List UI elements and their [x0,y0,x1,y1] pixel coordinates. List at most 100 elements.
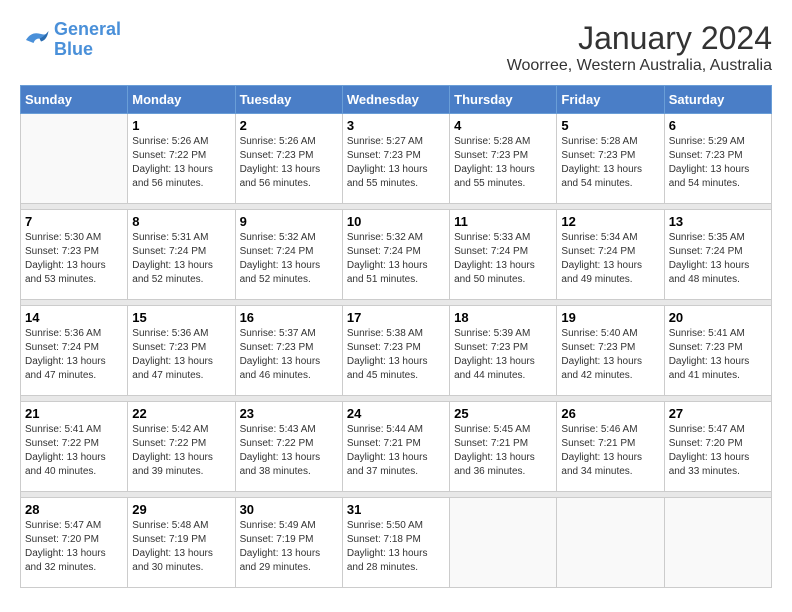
day-info: Sunrise: 5:41 AMSunset: 7:22 PMDaylight:… [25,423,123,479]
day-info: Sunrise: 5:49 AMSunset: 7:19 PMDaylight:… [240,519,338,575]
calendar-cell: 6 Sunrise: 5:29 AMSunset: 7:23 PMDaylight… [664,114,771,204]
day-info: Sunrise: 5:47 AMSunset: 7:20 PMDaylight:… [25,519,123,575]
calendar-cell: 31Sunrise: 5:50 AMSunset: 7:18 PMDayligh… [342,498,449,588]
calendar-cell: 15 Sunrise: 5:36 AMSunset: 7:23 PMDayligh… [128,306,235,396]
day-number: 8 [132,214,230,229]
day-number: 19 [561,310,659,325]
day-number: 21 [25,406,123,421]
day-info: Sunrise: 5:50 AMSunset: 7:18 PMDaylight:… [347,519,445,575]
calendar-cell: 28 Sunrise: 5:47 AMSunset: 7:20 PMDayligh… [21,498,128,588]
day-number: 20 [669,310,767,325]
header-cell-sunday: Sunday [21,86,128,114]
day-number: 27 [669,406,767,421]
day-number: 25 [454,406,552,421]
header: General Blue January 2024 Woorree, Weste… [20,20,772,75]
day-info: Sunrise: 5:33 AMSunset: 7:24 PMDaylight:… [454,231,552,287]
calendar-cell [557,498,664,588]
calendar-cell: 17 Sunrise: 5:38 AMSunset: 7:23 PMDayligh… [342,306,449,396]
day-number: 15 [132,310,230,325]
calendar-cell: 13 Sunrise: 5:35 AMSunset: 7:24 PMDayligh… [664,210,771,300]
logo: General Blue [20,20,121,60]
day-number: 14 [25,310,123,325]
title-area: January 2024 Woorree, Western Australia,… [507,20,772,75]
calendar-cell: 1Sunrise: 5:26 AMSunset: 7:22 PMDaylight… [128,114,235,204]
calendar-title: January 2024 [507,20,772,57]
calendar-cell: 7Sunrise: 5:30 AMSunset: 7:23 PMDaylight… [21,210,128,300]
header-cell-saturday: Saturday [664,86,771,114]
day-number: 2 [240,118,338,133]
day-number: 6 [669,118,767,133]
header-cell-thursday: Thursday [450,86,557,114]
calendar-cell [664,498,771,588]
calendar-cell: 10 Sunrise: 5:32 AMSunset: 7:24 PMDayligh… [342,210,449,300]
calendar-cell: 23 Sunrise: 5:43 AMSunset: 7:22 PMDayligh… [235,402,342,492]
day-info: Sunrise: 5:42 AMSunset: 7:22 PMDaylight:… [132,423,230,479]
day-number: 10 [347,214,445,229]
logo-text: General Blue [54,20,121,60]
day-info: Sunrise: 5:47 AMSunset: 7:20 PMDaylight:… [669,423,767,479]
day-info: Sunrise: 5:44 AMSunset: 7:21 PMDaylight:… [347,423,445,479]
calendar-cell: 24Sunrise: 5:44 AMSunset: 7:21 PMDayligh… [342,402,449,492]
day-number: 7 [25,214,123,229]
day-number: 28 [25,502,123,517]
day-info: Sunrise: 5:26 AMSunset: 7:23 PMDaylight:… [240,135,338,191]
calendar-cell: 29 Sunrise: 5:48 AMSunset: 7:19 PMDayligh… [128,498,235,588]
day-info: Sunrise: 5:39 AMSunset: 7:23 PMDaylight:… [454,327,552,383]
header-cell-tuesday: Tuesday [235,86,342,114]
day-info: Sunrise: 5:35 AMSunset: 7:24 PMDaylight:… [669,231,767,287]
calendar-cell: 4Sunrise: 5:28 AMSunset: 7:23 PMDaylight… [450,114,557,204]
day-info: Sunrise: 5:41 AMSunset: 7:23 PMDaylight:… [669,327,767,383]
day-info: Sunrise: 5:38 AMSunset: 7:23 PMDaylight:… [347,327,445,383]
week-row-2: 7Sunrise: 5:30 AMSunset: 7:23 PMDaylight… [21,210,772,300]
calendar-cell [21,114,128,204]
day-info: Sunrise: 5:29 AMSunset: 7:23 PMDaylight:… [669,135,767,191]
day-info: Sunrise: 5:31 AMSunset: 7:24 PMDaylight:… [132,231,230,287]
day-info: Sunrise: 5:46 AMSunset: 7:21 PMDaylight:… [561,423,659,479]
calendar-cell: 30 Sunrise: 5:49 AMSunset: 7:19 PMDayligh… [235,498,342,588]
day-info: Sunrise: 5:43 AMSunset: 7:22 PMDaylight:… [240,423,338,479]
day-info: Sunrise: 5:36 AMSunset: 7:23 PMDaylight:… [132,327,230,383]
day-number: 13 [669,214,767,229]
calendar-cell: 27 Sunrise: 5:47 AMSunset: 7:20 PMDayligh… [664,402,771,492]
day-info: Sunrise: 5:28 AMSunset: 7:23 PMDaylight:… [561,135,659,191]
day-info: Sunrise: 5:36 AMSunset: 7:24 PMDaylight:… [25,327,123,383]
day-number: 5 [561,118,659,133]
calendar-cell: 11Sunrise: 5:33 AMSunset: 7:24 PMDayligh… [450,210,557,300]
day-info: Sunrise: 5:28 AMSunset: 7:23 PMDaylight:… [454,135,552,191]
calendar-cell: 21 Sunrise: 5:41 AMSunset: 7:22 PMDayligh… [21,402,128,492]
calendar-cell: 19 Sunrise: 5:40 AMSunset: 7:23 PMDayligh… [557,306,664,396]
calendar-cell: 2 Sunrise: 5:26 AMSunset: 7:23 PMDaylight… [235,114,342,204]
calendar-cell: 26 Sunrise: 5:46 AMSunset: 7:21 PMDayligh… [557,402,664,492]
day-info: Sunrise: 5:48 AMSunset: 7:19 PMDaylight:… [132,519,230,575]
calendar-cell [450,498,557,588]
calendar-cell: 12Sunrise: 5:34 AMSunset: 7:24 PMDayligh… [557,210,664,300]
calendar-cell: 25Sunrise: 5:45 AMSunset: 7:21 PMDayligh… [450,402,557,492]
header-cell-friday: Friday [557,86,664,114]
day-info: Sunrise: 5:40 AMSunset: 7:23 PMDaylight:… [561,327,659,383]
day-number: 29 [132,502,230,517]
day-number: 22 [132,406,230,421]
day-info: Sunrise: 5:32 AMSunset: 7:24 PMDaylight:… [347,231,445,287]
calendar-cell: 3Sunrise: 5:27 AMSunset: 7:23 PMDaylight… [342,114,449,204]
page-container: General Blue January 2024 Woorree, Weste… [20,20,772,588]
calendar-cell: 20 Sunrise: 5:41 AMSunset: 7:23 PMDayligh… [664,306,771,396]
header-cell-monday: Monday [128,86,235,114]
day-number: 17 [347,310,445,325]
header-row: SundayMondayTuesdayWednesdayThursdayFrid… [21,86,772,114]
day-number: 9 [240,214,338,229]
logo-icon [20,25,50,55]
day-number: 16 [240,310,338,325]
day-number: 23 [240,406,338,421]
week-row-4: 21 Sunrise: 5:41 AMSunset: 7:22 PMDayligh… [21,402,772,492]
day-number: 3 [347,118,445,133]
day-number: 18 [454,310,552,325]
day-info: Sunrise: 5:32 AMSunset: 7:24 PMDaylight:… [240,231,338,287]
day-number: 30 [240,502,338,517]
calendar-subtitle: Woorree, Western Australia, Australia [507,57,772,75]
calendar-cell: 9 Sunrise: 5:32 AMSunset: 7:24 PMDaylight… [235,210,342,300]
day-info: Sunrise: 5:34 AMSunset: 7:24 PMDaylight:… [561,231,659,287]
day-number: 26 [561,406,659,421]
header-cell-wednesday: Wednesday [342,86,449,114]
week-row-1: 1Sunrise: 5:26 AMSunset: 7:22 PMDaylight… [21,114,772,204]
calendar-cell: 22 Sunrise: 5:42 AMSunset: 7:22 PMDayligh… [128,402,235,492]
